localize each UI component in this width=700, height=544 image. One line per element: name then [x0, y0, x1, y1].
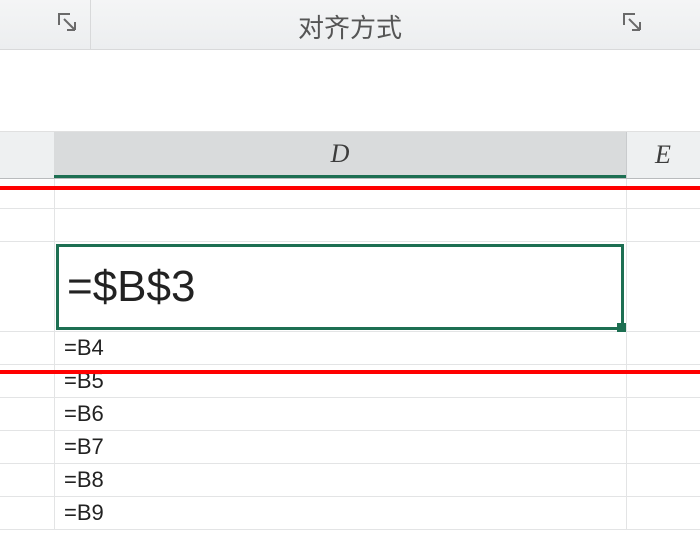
column-header-E[interactable]: E [626, 132, 700, 178]
dialog-launcher-icon[interactable] [620, 10, 644, 34]
cell-value: =B6 [64, 398, 104, 430]
cell-value: =B8 [64, 464, 104, 496]
grid-row[interactable] [0, 179, 700, 209]
cell-value: =$B$3 [67, 262, 195, 312]
worksheet-grid[interactable]: =$B$3 =B4 =B5 =B6 =B7 =B8 =B9 [0, 179, 700, 544]
annotation-line [0, 370, 700, 374]
cell-value: =B7 [64, 431, 104, 463]
column-header-row: D E [0, 132, 700, 179]
grid-row[interactable]: =B4 [0, 332, 700, 365]
cell-value: =B9 [64, 497, 104, 529]
dialog-launcher-icon[interactable] [55, 10, 79, 34]
grid-row[interactable]: =B8 [0, 464, 700, 497]
cell-value: =B4 [64, 332, 104, 364]
ribbon-separator [90, 0, 91, 49]
grid-row[interactable]: =B6 [0, 398, 700, 431]
column-header-label: D [331, 139, 350, 169]
ribbon-group-label: 对齐方式 [298, 8, 402, 45]
grid-row[interactable]: =$B$3 [0, 242, 700, 332]
active-cell[interactable]: =$B$3 [56, 244, 624, 330]
ribbon-group-bar: 对齐方式 [0, 0, 700, 50]
ribbon-gap [0, 50, 700, 132]
column-header-D[interactable]: D [54, 132, 626, 178]
fill-handle[interactable] [617, 323, 626, 332]
grid-row[interactable] [0, 209, 700, 242]
grid-row[interactable]: =B9 [0, 497, 700, 530]
annotation-line [0, 186, 700, 190]
grid-row[interactable]: =B7 [0, 431, 700, 464]
column-header-label: E [655, 140, 671, 170]
